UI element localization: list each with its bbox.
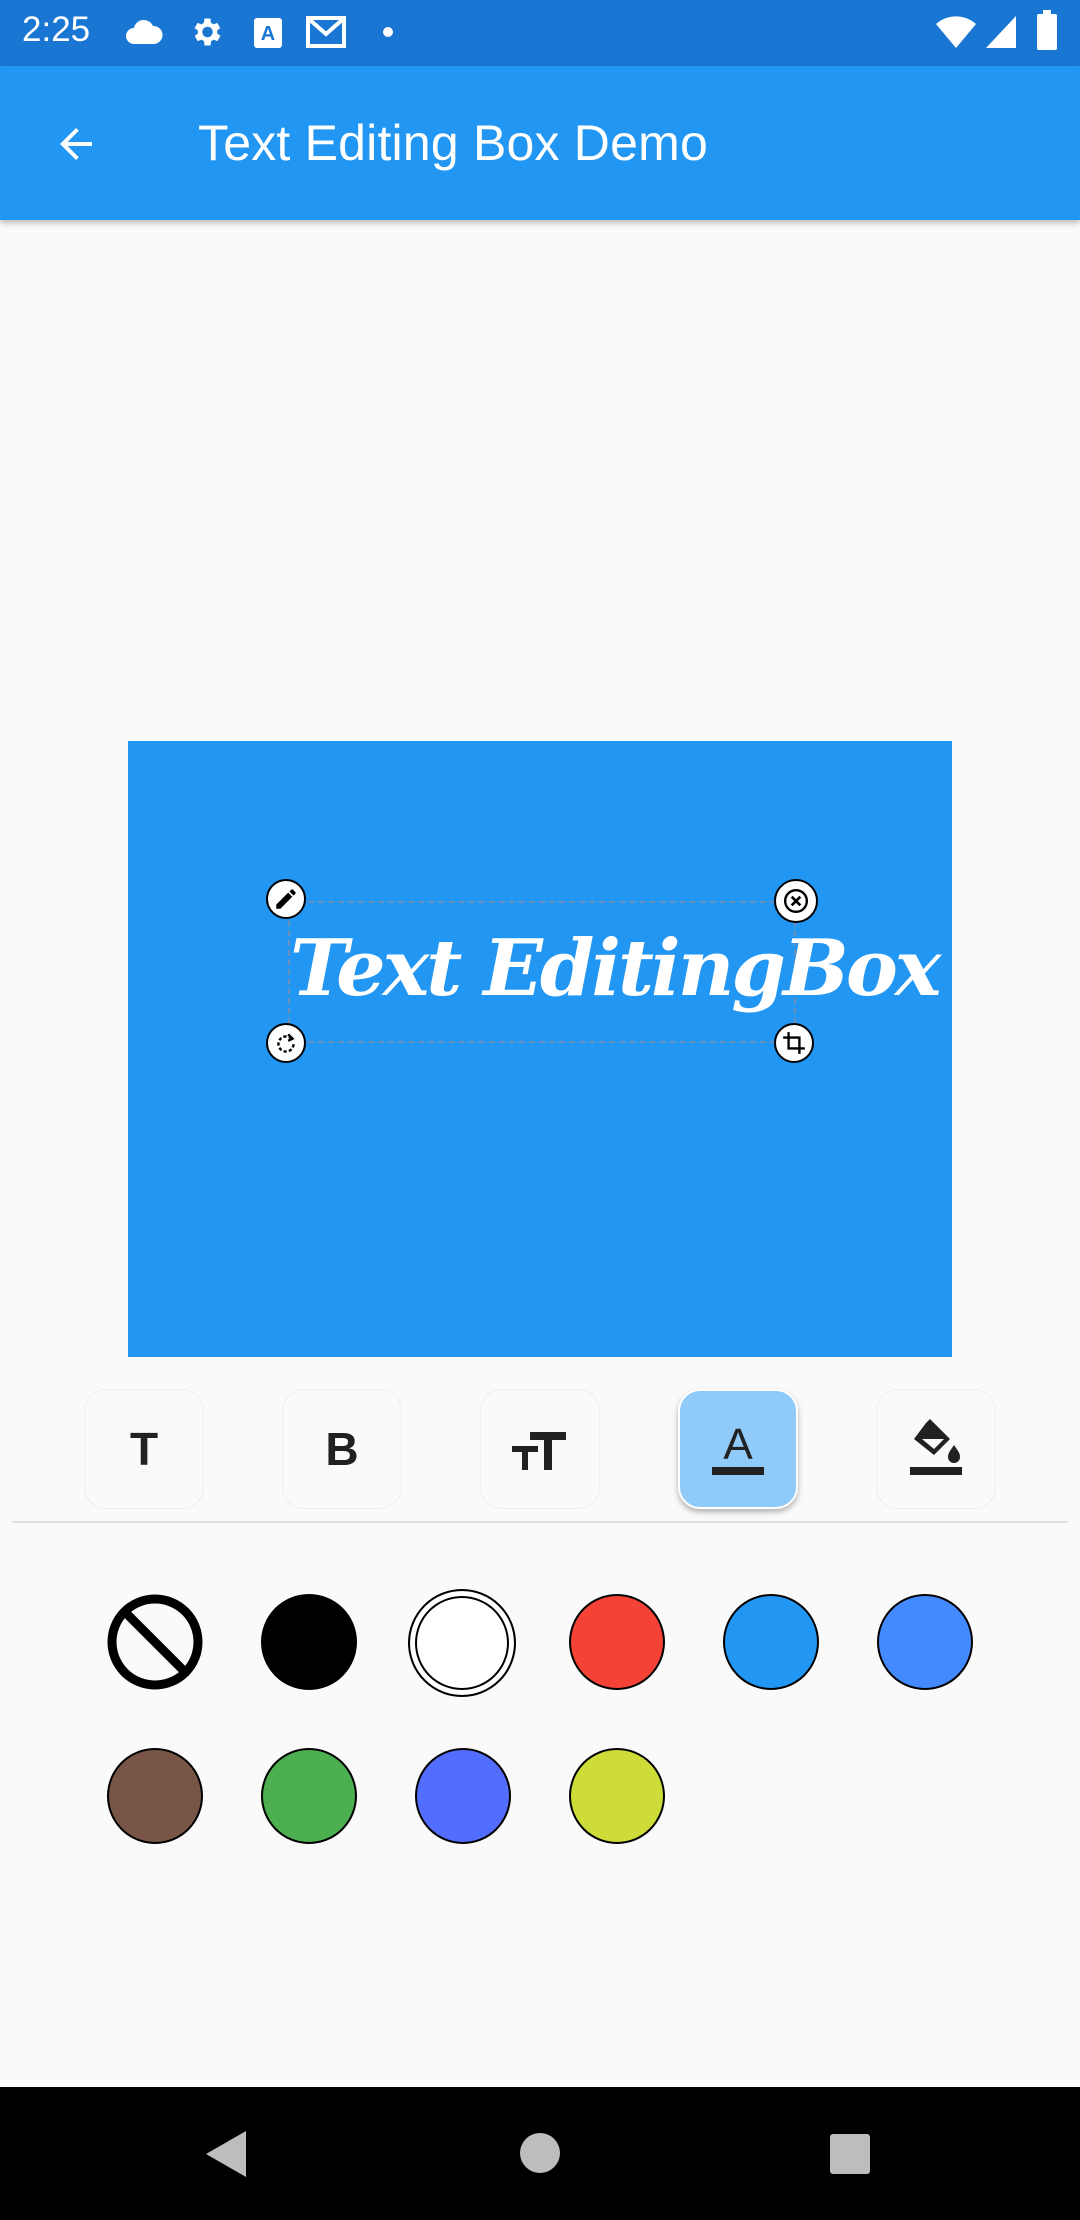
editable-text[interactable]: Text EditingBox <box>290 923 941 1014</box>
battery-icon <box>1037 10 1057 50</box>
block-icon <box>107 1594 203 1690</box>
text-size-icon <box>512 1432 566 1470</box>
text-tool-label: T <box>129 1423 159 1475</box>
text-color-tool-button[interactable]: A <box>678 1389 798 1509</box>
color-swatch-white[interactable] <box>408 1589 516 1697</box>
color-swatch-indigo-accent[interactable] <box>415 1748 511 1844</box>
home-nav-icon[interactable] <box>519 2132 561 2174</box>
svg-text:A: A <box>723 1420 753 1469</box>
format-color-text-icon: A <box>712 1420 764 1475</box>
system-nav-bar <box>0 2087 1080 2220</box>
resize-handle[interactable] <box>774 1023 814 1063</box>
background-color-tool-button[interactable] <box>876 1389 996 1509</box>
color-swatch-green[interactable] <box>261 1748 357 1844</box>
back-nav-icon[interactable] <box>204 2129 248 2179</box>
text-editing-box[interactable]: Text EditingBox <box>288 901 941 1043</box>
color-swatch-black[interactable] <box>261 1594 357 1690</box>
tool-row: T B A <box>0 1373 1080 1509</box>
signal-icon <box>986 16 1016 48</box>
cloud-icon <box>126 19 163 44</box>
wifi-icon <box>936 16 976 48</box>
color-swatch-blue-accent[interactable] <box>877 1594 973 1690</box>
gear-icon <box>194 18 221 46</box>
divider <box>12 1521 1068 1523</box>
font-size-tool-button[interactable] <box>480 1389 600 1509</box>
editor-panel: T B A <box>0 1357 1080 2087</box>
rotate-handle[interactable] <box>266 1023 306 1063</box>
close-icon <box>783 888 809 914</box>
arrow-back-icon[interactable] <box>52 120 100 168</box>
color-swatch-blue[interactable] <box>723 1594 819 1690</box>
bold-tool-button[interactable]: B <box>282 1389 402 1509</box>
text-tool-button[interactable]: T <box>84 1389 204 1509</box>
app-bar: Text Editing Box Demo <box>0 66 1080 220</box>
edit-handle[interactable] <box>266 879 306 919</box>
editing-canvas[interactable]: Text EditingBox <box>128 741 952 1357</box>
delete-handle[interactable] <box>774 879 818 923</box>
edit-icon <box>276 889 296 909</box>
status-time: 2:25 <box>22 10 91 49</box>
svg-text:A: A <box>261 23 275 45</box>
gmail-icon <box>306 16 346 48</box>
page-title: Text Editing Box Demo <box>198 115 708 171</box>
status-bar: 2:25 A <box>0 0 1080 66</box>
bold-tool-label: B <box>325 1423 359 1475</box>
crop-icon <box>783 1032 805 1054</box>
format-color-fill-icon <box>910 1419 962 1475</box>
color-swatch-lime[interactable] <box>569 1748 665 1844</box>
color-swatch-none[interactable] <box>107 1594 203 1690</box>
a-badge-icon: A <box>254 18 282 48</box>
dot-icon <box>383 27 393 37</box>
color-swatch-brown[interactable] <box>107 1748 203 1844</box>
rotate-icon <box>277 1033 295 1053</box>
color-swatch-red[interactable] <box>569 1594 665 1690</box>
recents-nav-icon[interactable] <box>829 2133 871 2175</box>
